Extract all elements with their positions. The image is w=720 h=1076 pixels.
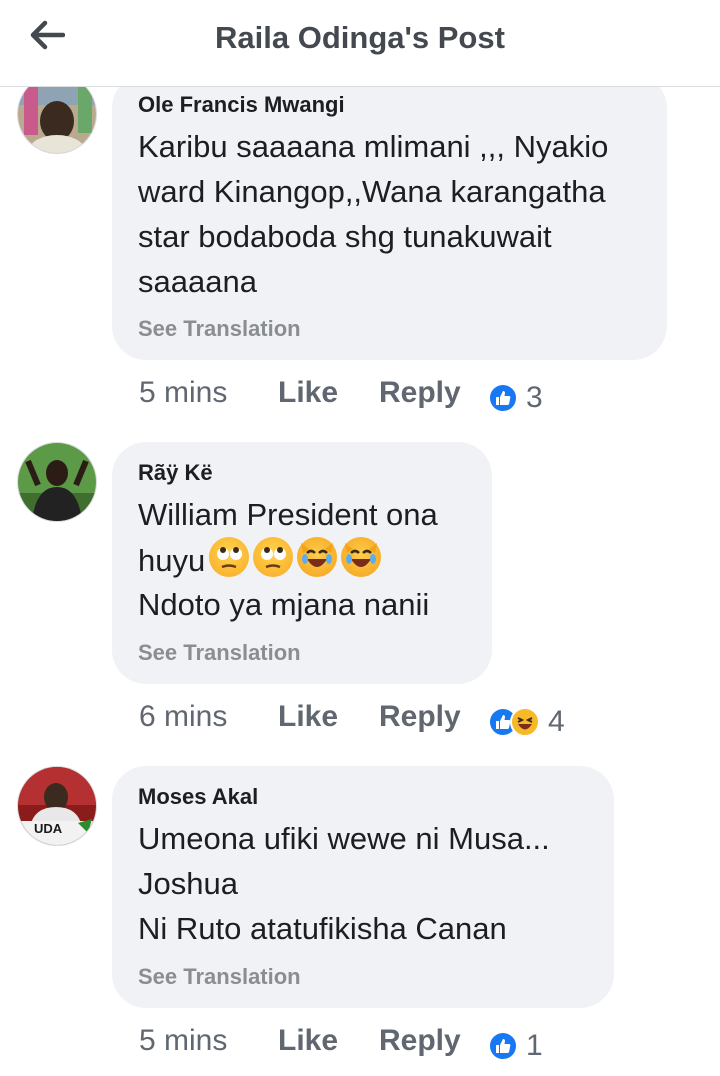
reply-button[interactable]: Reply <box>379 700 461 734</box>
see-translation-link[interactable]: See Translation <box>138 316 301 342</box>
comment-text-line: Joshua <box>138 866 238 901</box>
see-translation-link[interactable]: See Translation <box>138 640 301 666</box>
comment-timestamp: 6 mins <box>139 700 228 733</box>
top-bar: Raila Odinga's Post <box>0 0 720 87</box>
comment-text-line: Ndoto ya mjana nanii <box>138 587 430 622</box>
comment-bubble: Ole Francis Mwangi Karibu saaaana mliman… <box>112 74 667 360</box>
haha-icon <box>510 707 540 737</box>
comment-bubble: Rãÿ Kë William President ona huyu Ndoto … <box>112 442 492 684</box>
rolling-eyes-emoji-icon <box>209 537 250 577</box>
like-icon <box>488 383 518 413</box>
avatar-label: UDA <box>34 821 63 836</box>
comment-text-fragment: huyu <box>138 543 206 578</box>
avatar[interactable]: UDA <box>17 766 97 846</box>
like-button[interactable]: Like <box>278 1024 338 1058</box>
reaction-summary[interactable]: 1 <box>488 1029 543 1062</box>
comment-author[interactable]: Moses Akal <box>138 784 258 810</box>
like-icon <box>488 1031 518 1061</box>
comment-text-line: saaaana <box>138 264 257 299</box>
comment-actions: 5 mins Like Reply 3 <box>0 376 720 420</box>
reaction-count: 3 <box>526 381 543 414</box>
comment-actions: 5 mins Like Reply 1 <box>0 1024 720 1068</box>
reaction-summary[interactable]: 4 <box>488 705 565 738</box>
comment-text-line: huyu <box>138 537 382 583</box>
comment-bubble: Moses Akal Umeona ufiki wewe ni Musa... … <box>112 766 614 1008</box>
comment-text-line: Karibu saaaana mlimani ,,, Nyakio <box>138 129 609 164</box>
comment-author[interactable]: Ole Francis Mwangi <box>138 92 345 118</box>
like-button[interactable]: Like <box>278 700 338 734</box>
comment-text-line: star bodaboda shg tunakuwait <box>138 219 552 254</box>
comment-timestamp: 5 mins <box>139 1024 228 1057</box>
reaction-summary[interactable]: 3 <box>488 381 543 414</box>
like-button[interactable]: Like <box>278 376 338 410</box>
reply-button[interactable]: Reply <box>379 376 461 410</box>
avatar[interactable] <box>17 442 97 522</box>
comment-timestamp: 5 mins <box>139 376 228 409</box>
rolling-eyes-emoji-icon <box>253 537 294 577</box>
comment-text-line: ward Kinangop,,Wana karangatha <box>138 174 606 209</box>
see-translation-link[interactable]: See Translation <box>138 964 301 990</box>
comment-text-line: William President ona <box>138 497 438 532</box>
reaction-count: 4 <box>548 705 565 738</box>
crying-laughing-cat-emoji-icon <box>297 537 338 577</box>
page-title: Raila Odinga's Post <box>215 20 505 55</box>
comment-text-line: Ni Ruto atatufikisha Canan <box>138 911 507 946</box>
reaction-count: 1 <box>526 1029 543 1062</box>
crying-laughing-cat-emoji-icon <box>341 537 382 577</box>
comment-author[interactable]: Rãÿ Kë <box>138 460 213 486</box>
comment-text-line: Umeona ufiki wewe ni Musa... <box>138 821 550 856</box>
comment-actions: 6 mins Like Reply 4 <box>0 700 720 744</box>
reply-button[interactable]: Reply <box>379 1024 461 1058</box>
